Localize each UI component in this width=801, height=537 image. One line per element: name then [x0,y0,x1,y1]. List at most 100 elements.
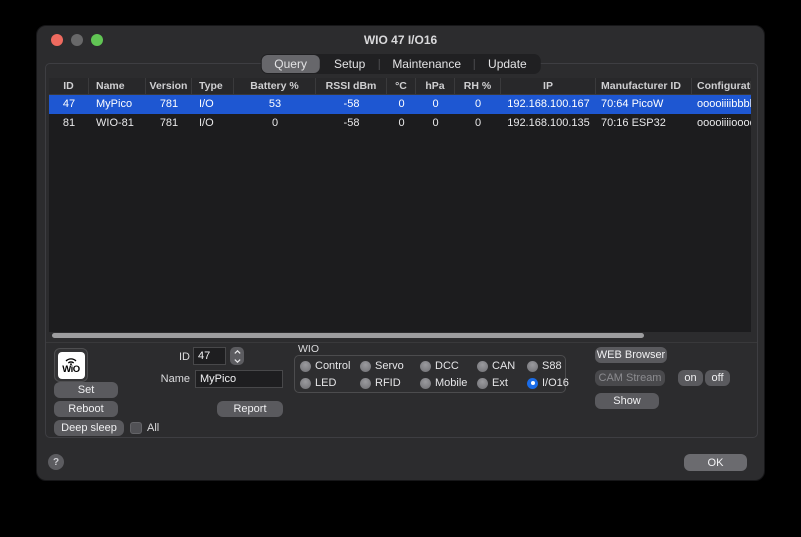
wio-type-radio-group: ControlServoDCCCANS88LEDRFIDMobileExtI/O… [300,359,562,390]
table-cell: 70:64 PicoW [596,95,692,114]
stepper-down-button[interactable] [230,356,244,365]
radio-option-label: Mobile [435,377,467,389]
radio-icon [300,378,311,389]
table-cell: MyPico [89,95,146,114]
id-label: ID [150,351,190,363]
column-header-version[interactable]: Version [146,78,192,94]
radio-icon [420,361,431,372]
radio-icon [360,378,371,389]
column-header-rssi-dbm[interactable]: RSSI dBm [316,78,387,94]
radio-option-mobile[interactable]: Mobile [420,376,477,390]
table-cell: ooooiiiiooooo [692,114,751,133]
table-cell: 192.168.100.135 [501,114,596,133]
table-cell: 192.168.100.167 [501,95,596,114]
table-cell: 781 [146,95,192,114]
radio-option-label: RFID [375,377,401,389]
wio-logo-text: WiO [62,365,79,374]
radio-option-label: CAN [492,360,515,372]
table-cell: 0 [455,114,501,133]
column-header-ip[interactable]: IP [501,78,596,94]
radio-option-rfid[interactable]: RFID [360,376,420,390]
chevron-up-icon [234,350,241,354]
table-body: 47MyPico781I/O53-58000192.168.100.16770:… [49,95,751,133]
table-cell: 0 [416,114,455,133]
set-button[interactable]: Set [54,382,118,398]
chevron-down-icon [234,359,241,363]
radio-option-control[interactable]: Control [300,359,360,373]
wio-logo: WiO [58,352,85,379]
ok-button[interactable]: OK [684,454,747,471]
radio-icon [477,361,488,372]
radio-option-servo[interactable]: Servo [360,359,420,373]
app-window: WIO 47 I/O16 Query Setup Maintenance Upd… [36,25,765,481]
query-tab-pane: IDNameVersionTypeBattery %RSSI dBm°ChPaR… [45,63,758,438]
radio-icon [527,378,538,389]
cam-stream-button[interactable]: CAM Stream [595,370,665,386]
table-cell: I/O [192,114,234,133]
tab-query[interactable]: Query [261,55,320,73]
radio-icon [360,361,371,372]
column-header-id[interactable]: ID [49,78,89,94]
table-cell: 0 [234,114,316,133]
name-label: Name [152,373,190,385]
all-checkbox[interactable] [130,422,142,434]
column-header-type[interactable]: Type [192,78,234,94]
deep-sleep-button[interactable]: Deep sleep [54,420,124,436]
radio-option-led[interactable]: LED [300,376,360,390]
table-cell: 0 [387,114,416,133]
column-header-c[interactable]: °C [387,78,416,94]
all-checkbox-label: All [147,422,159,434]
window-title: WIO 47 I/O16 [37,26,764,54]
column-header-rh[interactable]: RH % [455,78,501,94]
radio-option-ext[interactable]: Ext [477,376,527,390]
wio-logo-button[interactable]: WiO [54,348,88,382]
radio-option-can[interactable]: CAN [477,359,527,373]
table-cell: WIO-81 [89,114,146,133]
table-cell: 0 [455,95,501,114]
device-table-region: IDNameVersionTypeBattery %RSSI dBm°ChPaR… [46,64,757,343]
report-button[interactable]: Report [217,401,283,417]
web-browser-button[interactable]: WEB Browser [595,347,667,363]
radio-icon [420,378,431,389]
radio-option-label: Control [315,360,350,372]
column-header-hpa[interactable]: hPa [416,78,455,94]
table-cell: ooooiiiibbbbb [692,95,751,114]
tab-update[interactable]: Update [475,55,540,73]
off-button[interactable]: off [705,370,730,386]
radio-option-label: I/O16 [542,377,569,389]
column-header-battery[interactable]: Battery % [234,78,316,94]
id-input[interactable] [193,347,226,365]
radio-option-label: DCC [435,360,459,372]
radio-option-i-o16[interactable]: I/O16 [527,376,569,390]
tab-bar: Query Setup Maintenance Update [260,54,540,74]
radio-option-dcc[interactable]: DCC [420,359,477,373]
radio-option-s88[interactable]: S88 [527,359,569,373]
close-button[interactable] [51,34,63,46]
column-header-manufacturer-id[interactable]: Manufacturer ID [596,78,692,94]
tab-setup[interactable]: Setup [321,55,378,73]
reboot-button[interactable]: Reboot [54,401,118,417]
device-table: IDNameVersionTypeBattery %RSSI dBm°ChPaR… [49,78,751,332]
show-button[interactable]: Show [595,393,659,409]
id-stepper [230,347,244,365]
radio-option-label: Servo [375,360,404,372]
radio-option-label: Ext [492,377,508,389]
column-header-configuration[interactable]: Configuration [692,78,751,94]
name-input[interactable] [195,370,283,388]
radio-icon [527,361,538,372]
horizontal-scrollbar[interactable] [52,333,644,338]
table-header: IDNameVersionTypeBattery %RSSI dBm°ChPaR… [49,78,751,95]
zoom-button[interactable] [91,34,103,46]
on-button[interactable]: on [678,370,703,386]
radio-icon [477,378,488,389]
table-cell: 47 [49,95,89,114]
column-header-name[interactable]: Name [89,78,146,94]
stepper-up-button[interactable] [230,347,244,356]
table-row[interactable]: 47MyPico781I/O53-58000192.168.100.16770:… [49,95,751,114]
table-cell: -58 [316,114,387,133]
table-row[interactable]: 81WIO-81781I/O0-58000192.168.100.13570:1… [49,114,751,133]
table-cell: 781 [146,114,192,133]
help-button[interactable]: ? [48,454,64,470]
minimize-button[interactable] [71,34,83,46]
tab-maintenance[interactable]: Maintenance [379,55,474,73]
